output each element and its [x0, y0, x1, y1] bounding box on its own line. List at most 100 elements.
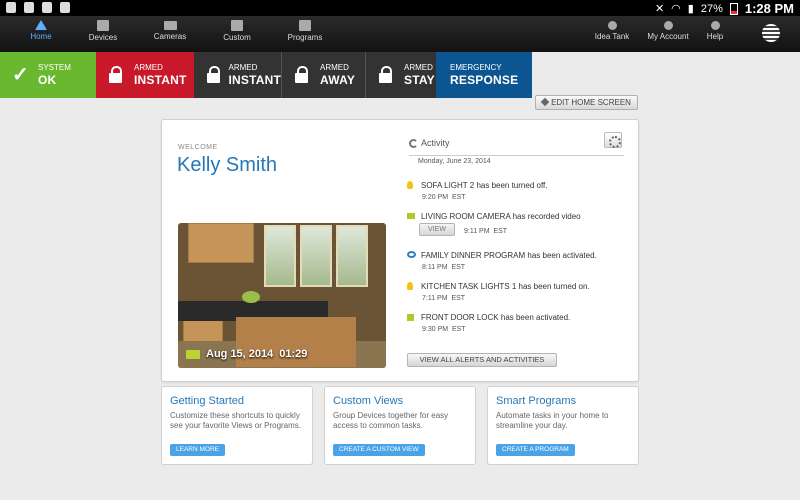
armed-away-button[interactable]: ARMED AWAY	[282, 52, 366, 98]
nav-idea-tank-label: Idea Tank	[594, 32, 630, 41]
activity-title: Activity	[421, 138, 450, 148]
activity-tz: EST	[451, 264, 466, 271]
activity-time: 9:20 PM	[422, 194, 449, 201]
nav-devices-label: Devices	[88, 33, 118, 42]
welcome-card: WELCOME Kelly Smith Aug 15, 2014 01:29 A…	[161, 119, 639, 382]
activity-device: KITCHEN TASK LIGHTS 1	[421, 282, 517, 291]
user-name: Kelly Smith	[177, 154, 278, 176]
usb-icon	[6, 2, 16, 13]
smart-programs-title: Smart Programs	[496, 395, 577, 407]
activity-device: FAMILY DINNER PROGRAM	[421, 251, 526, 260]
emergency-small: EMERGENCY	[450, 63, 502, 72]
battery-percent: 27%	[700, 2, 723, 15]
kitchen-window	[264, 225, 296, 287]
activity-tz: EST	[493, 228, 508, 235]
notification-icons	[6, 2, 70, 13]
custom-views-title: Custom Views	[333, 395, 404, 407]
activity-time: 9:11 PM	[464, 228, 490, 235]
activity-device: SOFA LIGHT 2	[421, 181, 475, 190]
nav-programs[interactable]: Programs	[277, 20, 333, 42]
lightbulb-icon	[607, 21, 617, 30]
list-icon	[97, 20, 109, 31]
att-logo	[762, 24, 780, 42]
smart-programs-desc: Automate tasks in your home to streamlin…	[496, 411, 609, 430]
top-nav: Home Devices Cameras Custom Programs Ide…	[0, 16, 800, 52]
emergency-big: RESPONSE	[450, 73, 519, 87]
signal-icon: ▮	[687, 3, 694, 15]
system-status: ✓ SYSTEM OK	[0, 52, 96, 98]
lock-icon	[108, 66, 126, 84]
getting-started-desc: Customize these shortcuts to quickly see…	[170, 411, 302, 430]
armed-instant-big: INSTANT	[228, 73, 281, 87]
shield-icon	[60, 2, 70, 13]
armed-stay-small: ARMED	[404, 63, 433, 72]
armed-instant-button[interactable]: ARMED INSTANT	[194, 52, 282, 98]
emergency-response-button[interactable]: EMERGENCY RESPONSE	[436, 52, 532, 98]
system-status-small: SYSTEM	[38, 63, 71, 72]
snapshot-caption: Aug 15, 2014 01:29	[186, 348, 307, 360]
nav-programs-label: Programs	[287, 33, 323, 42]
gear-icon[interactable]	[604, 132, 622, 148]
edit-home-screen-label: EDIT HOME SCREEN	[551, 98, 631, 107]
nav-custom[interactable]: Custom	[209, 20, 265, 42]
kitchen-window	[300, 225, 332, 287]
activity-text: has been activated.	[525, 251, 597, 260]
video-camera-icon	[407, 213, 415, 219]
program-icon	[407, 251, 416, 258]
mute-icon: ✕	[654, 3, 665, 15]
kitchen-cabinets	[188, 223, 254, 263]
snapshot-date: Aug 15, 2014	[206, 348, 274, 360]
nav-help[interactable]: Help	[687, 20, 743, 41]
camera-snapshot[interactable]: Aug 15, 2014 01:29	[178, 223, 386, 368]
armed-instant-status-small: ARMED	[134, 63, 163, 72]
armed-away-small: ARMED	[320, 63, 349, 72]
nav-home[interactable]: Home	[13, 20, 69, 41]
sim-icon	[42, 2, 52, 13]
custom-views-card: Custom Views Group Devices together for …	[324, 386, 476, 465]
edit-home-screen-button[interactable]: EDIT HOME SCREEN	[535, 95, 638, 110]
nav-home-label: Home	[30, 32, 52, 41]
lightbulb-icon	[407, 181, 413, 189]
activity-date: Monday, June 23, 2014	[418, 158, 491, 165]
armed-instant-status-big: INSTANT	[134, 73, 187, 87]
lock-icon	[378, 66, 396, 84]
activity-time: 7:11 PM	[422, 295, 448, 302]
nav-devices[interactable]: Devices	[75, 20, 131, 42]
camera-icon	[163, 21, 177, 30]
activity-tz: EST	[451, 194, 466, 201]
activity-device: LIVING ROOM CAMERA	[421, 212, 511, 221]
activity-text: has recorded video	[510, 212, 581, 221]
armed-instant-status[interactable]: ARMED INSTANT	[96, 52, 194, 98]
smart-programs-card: Smart Programs Automate tasks in your ho…	[487, 386, 639, 465]
nav-custom-label: Custom	[223, 33, 251, 42]
nav-help-label: Help	[706, 32, 724, 41]
security-mode-bar: ✓ SYSTEM OK ARMED INSTANT ARMED INSTANT …	[0, 52, 532, 98]
house-icon	[35, 20, 47, 30]
nav-cameras-label: Cameras	[153, 32, 187, 41]
nav-idea-tank[interactable]: Idea Tank	[584, 20, 640, 41]
custom-views-desc: Group Devices together for easy access t…	[333, 411, 449, 430]
refresh-icon[interactable]	[409, 139, 418, 148]
video-camera-icon	[186, 349, 200, 359]
create-program-button[interactable]: CREATE A PROGRAM	[496, 444, 575, 456]
armed-stay-button[interactable]: ARMED STAY	[366, 52, 436, 98]
view-all-alerts-button[interactable]: VIEW ALL ALERTS AND ACTIVITIES	[407, 353, 557, 367]
getting-started-title: Getting Started	[170, 395, 244, 407]
fruit-bowl	[242, 291, 260, 303]
activity-time: 8:11 PM	[422, 264, 448, 271]
kitchen-window	[336, 225, 368, 287]
check-icon: ✓	[12, 64, 29, 86]
lock-icon	[206, 66, 221, 84]
learn-more-button[interactable]: LEARN MORE	[170, 444, 225, 456]
custom-icon	[231, 20, 243, 31]
wifi-icon: ◠	[671, 3, 681, 15]
view-video-button[interactable]: VIEW	[419, 223, 455, 236]
activity-text: has been turned off.	[474, 181, 548, 190]
armed-stay-big: STAY	[404, 73, 435, 87]
lock-icon	[407, 314, 414, 321]
nav-cameras[interactable]: Cameras	[142, 20, 198, 41]
activity-device: FRONT DOOR LOCK	[421, 313, 499, 322]
clock: 1:28 PM	[744, 1, 794, 16]
create-custom-view-button[interactable]: CREATE A CUSTOM VIEW	[333, 444, 425, 456]
nav-my-account-label: My Account	[647, 32, 689, 41]
